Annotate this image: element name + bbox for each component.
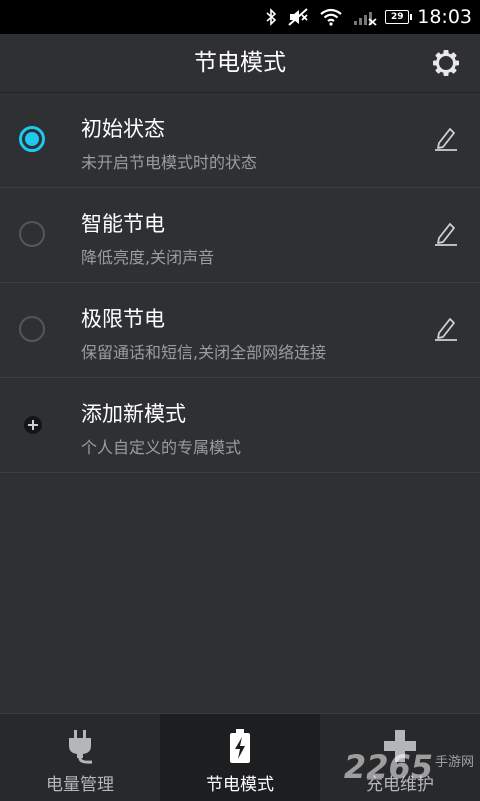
battery-bolt-icon xyxy=(160,726,320,766)
mode-name: 初始状态 xyxy=(81,117,165,141)
mode-description: 降低亮度,关闭声音 xyxy=(81,248,215,267)
plus-icon xyxy=(320,726,480,766)
add-mode-description: 个人自定义的专属模式 xyxy=(81,438,242,457)
radio-selected[interactable] xyxy=(19,126,45,152)
tab-label: 节电模式 xyxy=(206,775,274,795)
signal-icon xyxy=(353,8,377,26)
edit-button[interactable] xyxy=(432,219,460,247)
add-mode-item[interactable]: 添加新模式 个人自定义的专属模式 xyxy=(0,378,480,473)
title-bar: 节电模式 xyxy=(0,34,480,93)
pencil-icon xyxy=(435,318,457,341)
gear-icon xyxy=(433,50,459,76)
status-icons: 29 18:03 xyxy=(255,0,480,34)
mode-name: 极限节电 xyxy=(81,307,165,331)
mode-description: 保留通话和短信,关闭全部网络连接 xyxy=(81,343,327,362)
bluetooth-icon xyxy=(265,8,277,26)
plus-circle-icon xyxy=(24,416,42,434)
mode-item-initial[interactable]: 初始状态 未开启节电模式时的状态 xyxy=(0,93,480,188)
mode-description: 未开启节电模式时的状态 xyxy=(81,153,258,172)
tab-label: 电量管理 xyxy=(46,775,114,795)
tab-power-management[interactable]: 电量管理 xyxy=(0,714,160,801)
wifi-icon xyxy=(319,8,343,26)
mute-icon xyxy=(287,8,309,26)
add-mode-name: 添加新模式 xyxy=(81,402,186,426)
tab-charging-maintenance[interactable]: 充电维护 xyxy=(320,714,480,801)
settings-button[interactable] xyxy=(430,47,462,79)
status-time: 18:03 xyxy=(417,6,472,28)
mode-item-smart[interactable]: 智能节电 降低亮度,关闭声音 xyxy=(0,188,480,283)
page-title: 节电模式 xyxy=(194,50,286,76)
plug-icon xyxy=(0,726,160,766)
status-bar: 29 18:03 xyxy=(0,0,480,34)
mode-item-extreme[interactable]: 极限节电 保留通话和短信,关闭全部网络连接 xyxy=(0,283,480,378)
mode-name: 智能节电 xyxy=(81,212,165,236)
edit-button[interactable] xyxy=(432,124,460,152)
tab-label: 充电维护 xyxy=(366,775,434,795)
battery-icon: 29 xyxy=(385,10,413,24)
mode-list: 初始状态 未开启节电模式时的状态 智能节电 降低亮度,关闭声音 极限节电 保留通… xyxy=(0,93,480,473)
tab-power-saving-mode[interactable]: 节电模式 xyxy=(160,714,320,801)
battery-level: 29 xyxy=(390,12,404,22)
radio-unselected[interactable] xyxy=(19,221,45,247)
bottom-nav: 电量管理 节电模式 充电维护 xyxy=(0,713,480,801)
edit-button[interactable] xyxy=(432,314,460,342)
radio-unselected[interactable] xyxy=(19,316,45,342)
pencil-icon xyxy=(435,128,457,151)
pencil-icon xyxy=(435,223,457,246)
